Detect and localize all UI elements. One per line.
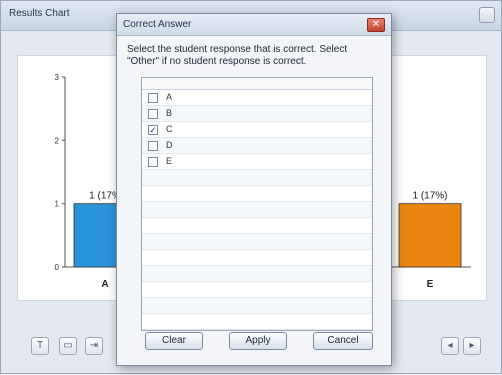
- dialog-title: Correct Answer: [123, 19, 192, 30]
- image-icon[interactable]: ▭: [59, 337, 77, 355]
- dialog-close-button[interactable]: ✕: [367, 18, 385, 32]
- data-label: 1 (17%): [412, 191, 447, 202]
- checkbox-c[interactable]: ✓: [148, 125, 158, 135]
- empty-row: [142, 266, 372, 282]
- option-label: B: [166, 108, 173, 118]
- export-icon[interactable]: ⇥: [85, 337, 103, 355]
- correct-answer-dialog: Correct Answer ✕ Select the student resp…: [116, 13, 392, 366]
- y-tick-label: 1: [55, 200, 60, 209]
- response-list: A B ✓ C D E: [141, 77, 373, 331]
- empty-row: [142, 234, 372, 250]
- empty-row: [142, 170, 372, 186]
- y-tick-label: 2: [55, 136, 60, 145]
- category-label: A: [101, 279, 108, 290]
- checkbox-d[interactable]: [148, 141, 158, 151]
- empty-row: [142, 282, 372, 298]
- bar-e: [398, 203, 462, 268]
- empty-row: [142, 186, 372, 202]
- list-item[interactable]: D: [142, 138, 372, 154]
- list-item[interactable]: E: [142, 154, 372, 170]
- option-label: A: [166, 92, 173, 102]
- clear-button[interactable]: Clear: [145, 332, 203, 350]
- empty-row: [142, 298, 372, 314]
- list-item[interactable]: A: [142, 90, 372, 106]
- apply-button[interactable]: Apply: [229, 332, 287, 350]
- y-tick-label: 0: [55, 263, 60, 272]
- empty-row: [142, 202, 372, 218]
- category-label: E: [427, 279, 434, 290]
- checkbox-a[interactable]: [148, 93, 158, 103]
- text-icon[interactable]: T: [31, 337, 49, 355]
- prev-icon[interactable]: ◂: [441, 337, 459, 355]
- cancel-button[interactable]: Cancel: [313, 332, 373, 350]
- list-item[interactable]: B: [142, 106, 372, 122]
- option-label: D: [166, 140, 173, 150]
- dialog-title-bar: Correct Answer ✕: [117, 14, 391, 36]
- option-label: C: [166, 124, 173, 134]
- next-icon[interactable]: ▸: [463, 337, 481, 355]
- list-item[interactable]: ✓ C: [142, 122, 372, 138]
- checkbox-e[interactable]: [148, 157, 158, 167]
- checkbox-b[interactable]: [148, 109, 158, 119]
- empty-row: [142, 250, 372, 266]
- list-header: [142, 78, 372, 90]
- option-label: E: [166, 156, 173, 166]
- empty-row: [142, 218, 372, 234]
- dialog-instructions: Select the student response that is corr…: [127, 44, 348, 67]
- y-tick-label: 3: [55, 73, 60, 82]
- empty-row: [142, 314, 372, 330]
